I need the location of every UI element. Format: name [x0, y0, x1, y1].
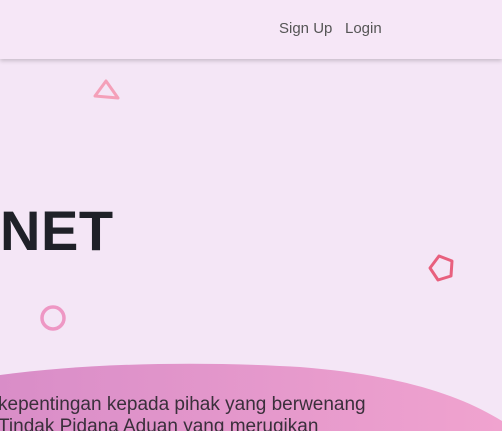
triangle-outline-icon	[93, 79, 120, 100]
signup-link[interactable]: Sign Up	[279, 19, 332, 39]
top-navbar: Sign Up Login	[0, 0, 502, 59]
login-link[interactable]: Login	[345, 19, 382, 39]
hero-description: kepentingan kepada pihak yang berwenang …	[0, 394, 478, 431]
hero-description-line-2: Tindak Pidana Aduan yang merugikan	[0, 416, 319, 431]
hero-description-line-1: kepentingan kepada pihak yang berwenang	[0, 394, 366, 415]
circle-outline-icon	[40, 305, 66, 331]
page: Sign Up Login .NET kepentingan kepada pi…	[0, 0, 502, 431]
hero-title: .NET	[0, 199, 114, 262]
pentagon-outline-icon	[428, 254, 454, 282]
